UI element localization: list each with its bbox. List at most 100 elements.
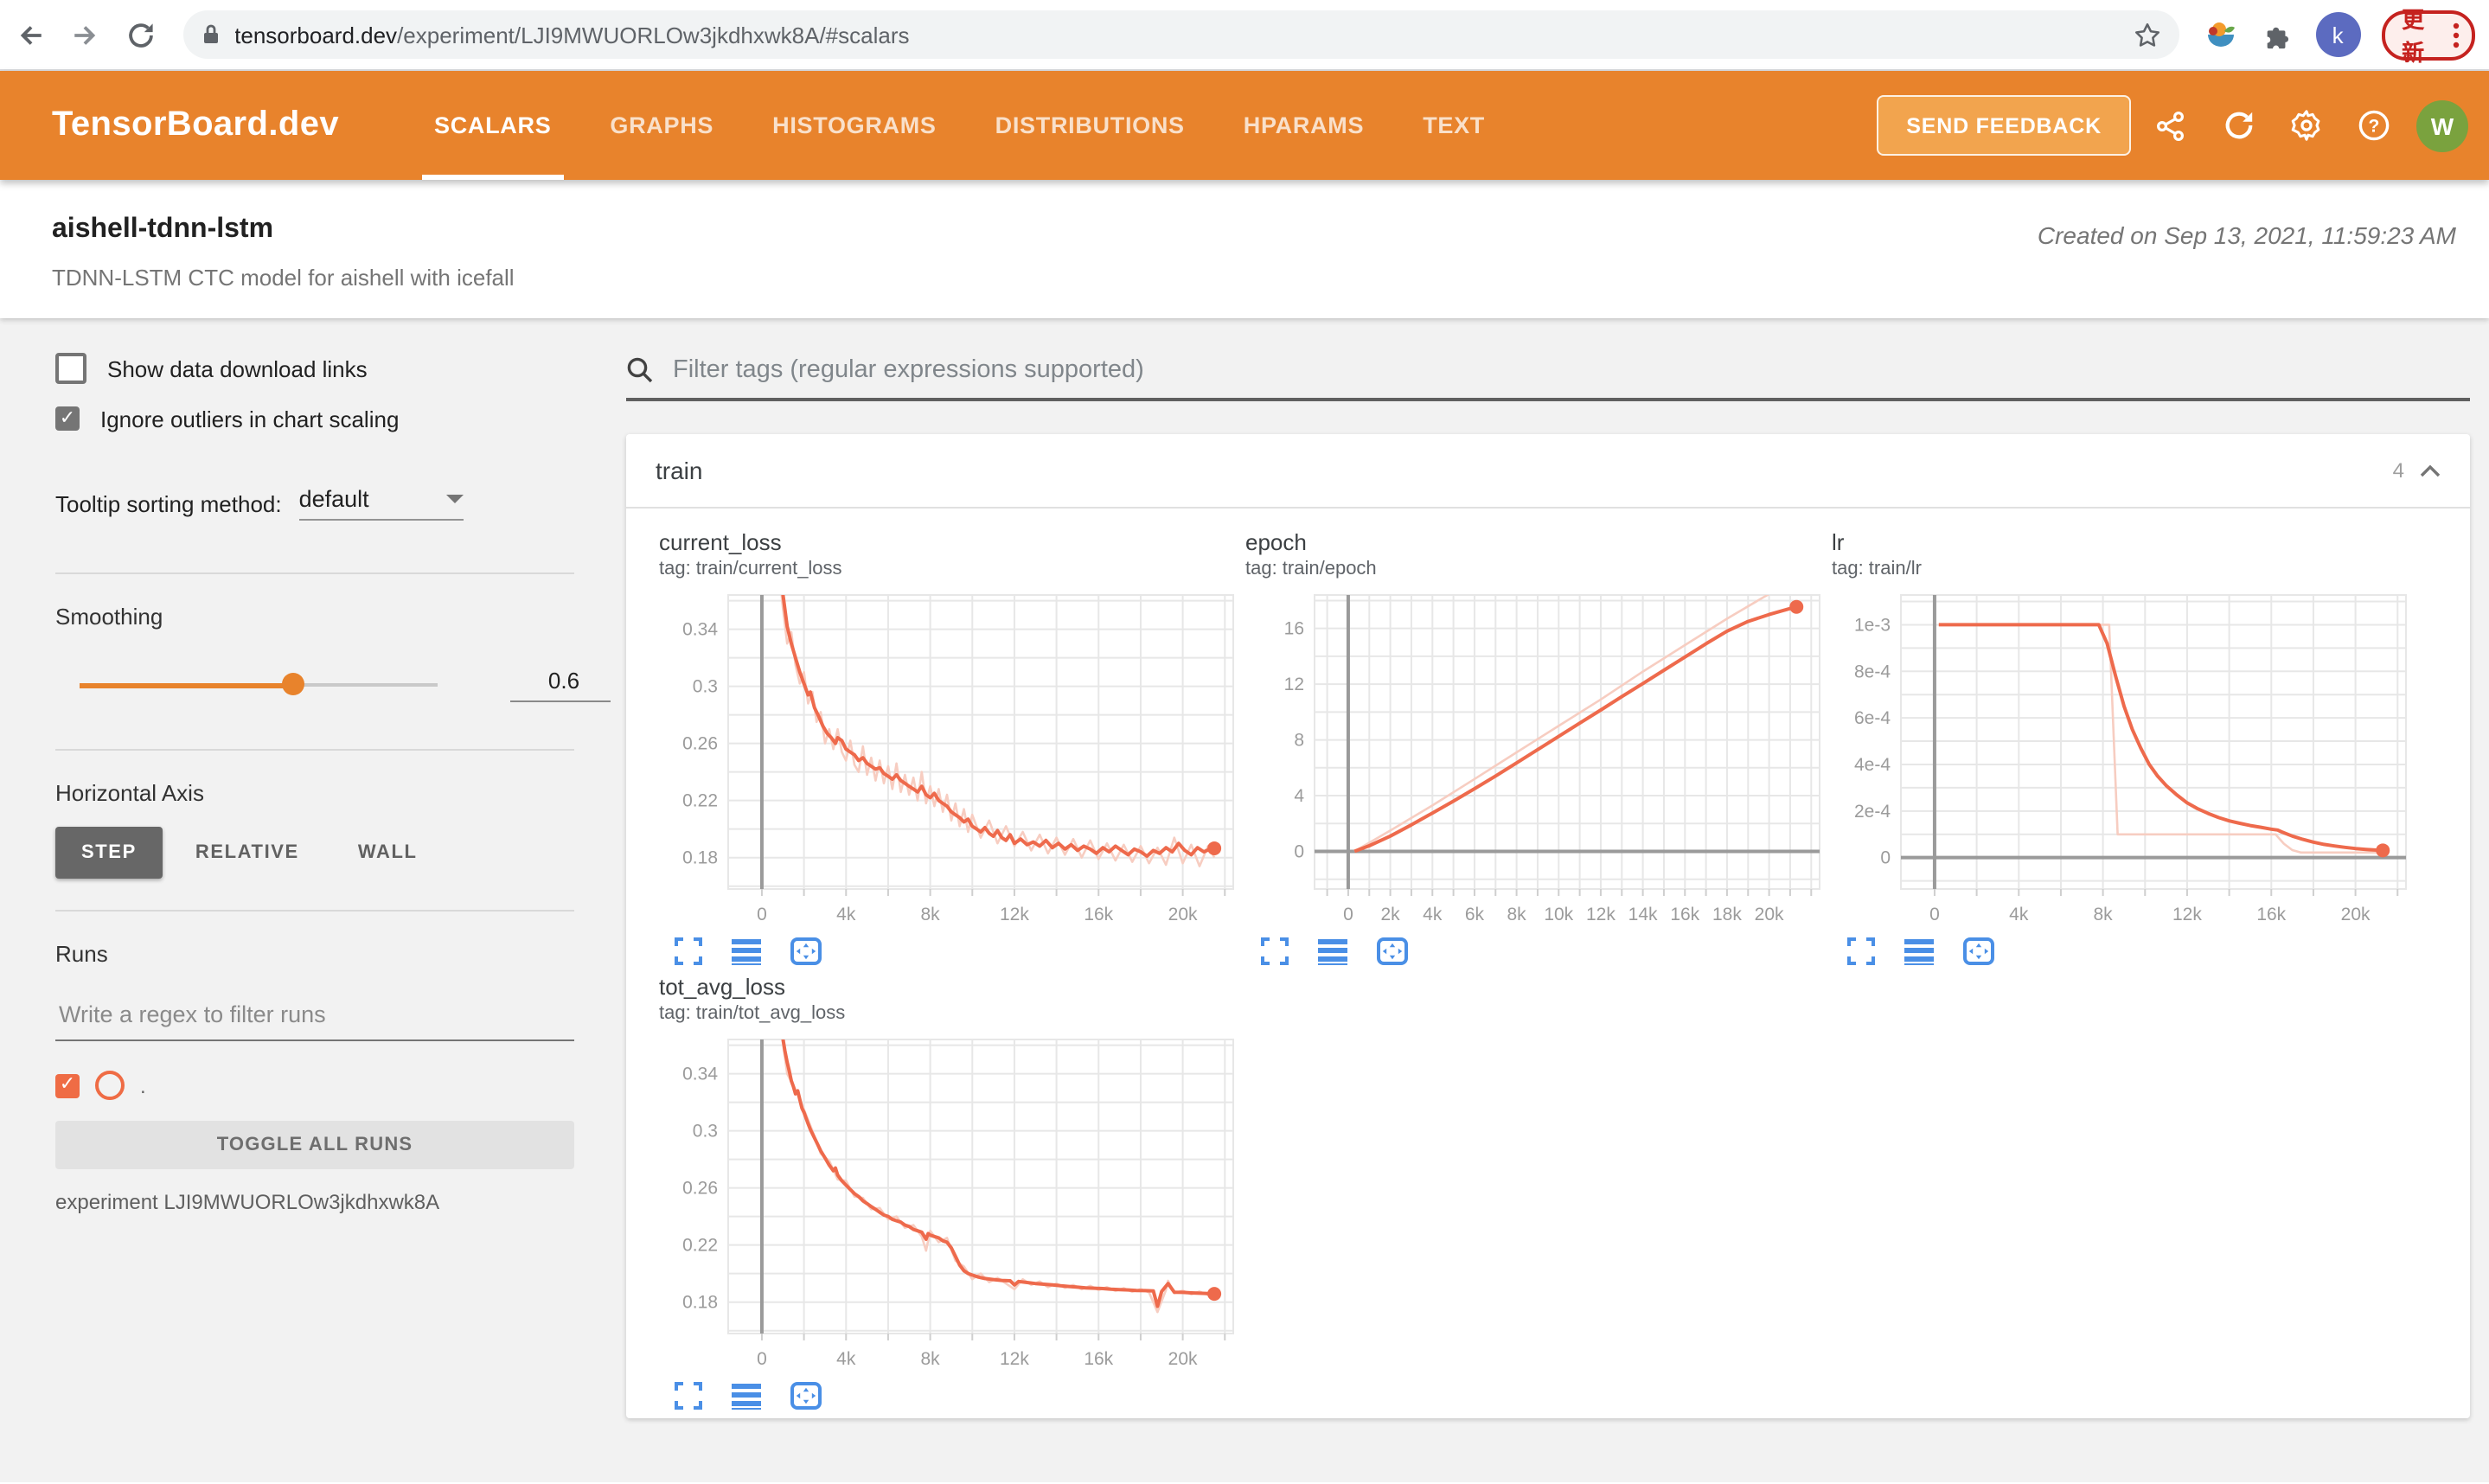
extension-fruit-icon[interactable]: [2203, 17, 2237, 52]
show-download-links-checkbox[interactable]: [55, 353, 86, 384]
runs-filter-field[interactable]: [55, 1000, 581, 1041]
tag-filter-bar[interactable]: [626, 355, 2470, 401]
expand-chart-icon[interactable]: [671, 1378, 704, 1411]
settings-gear-icon[interactable]: [2280, 99, 2332, 151]
chart-actions: [659, 934, 1245, 967]
svg-text:0.3: 0.3: [693, 677, 718, 697]
experiment-header: aishell-tdnn-lstm TDNN-LSTM CTC model fo…: [0, 180, 2489, 318]
show-download-links-row[interactable]: Show data download links: [55, 353, 626, 384]
svg-text:0.22: 0.22: [682, 791, 718, 811]
scalar-chart-card: current_loss tag: train/current_loss 0.1…: [659, 529, 1245, 967]
smoothing-value-field[interactable]: [510, 666, 617, 702]
tab-graphs[interactable]: GRAPHS: [580, 71, 743, 180]
runs-label: Runs: [55, 941, 108, 967]
reload-icon[interactable]: [117, 9, 165, 61]
svg-text:12k: 12k: [1000, 905, 1029, 924]
data-table-icon[interactable]: [1903, 934, 1936, 967]
axis-relative-button[interactable]: RELATIVE: [170, 827, 325, 879]
svg-text:18k: 18k: [1712, 905, 1742, 924]
group-count-badge: 4: [2392, 458, 2404, 483]
smoothing-value-input[interactable]: [510, 666, 617, 695]
forward-icon[interactable]: [62, 9, 111, 61]
chart-plot[interactable]: 0 2e-4 4e-4 6e-4 8e-4 1e-3 0 4k 8k 12k 16k 20k: [1832, 588, 2418, 931]
smoothing-slider[interactable]: [80, 673, 438, 695]
dropdown-caret-icon: [445, 495, 464, 503]
show-download-links-label: Show data download links: [107, 355, 368, 381]
scalar-chart-card: lr tag: train/lr 0 2e-4 4e-4 6e-4 8e-4 1e-3 0 4…: [1832, 529, 2418, 967]
main-panel: train 4 current_loss tag: train/current_…: [626, 318, 2489, 1484]
collapse-chevron-icon[interactable]: [2418, 461, 2442, 480]
svg-text:0: 0: [757, 1349, 767, 1369]
axis-step-button[interactable]: STEP: [55, 827, 163, 879]
data-table-icon[interactable]: [730, 934, 763, 967]
experiment-run-label: experiment LJI9MWUORLOw3jkdhxwk8A: [55, 1190, 440, 1214]
chrome-update-button[interactable]: 更新: [2381, 7, 2476, 66]
refresh-icon[interactable]: [2212, 99, 2264, 151]
fit-domain-icon[interactable]: [789, 1378, 822, 1411]
chart-plot[interactable]: 0.18 0.22 0.26 0.3 0.34 0 4k 8k 12k 16k 20k: [659, 588, 1245, 931]
train-group-header[interactable]: train 4: [626, 434, 2470, 509]
svg-text:?: ?: [2368, 117, 2379, 137]
ignore-outliers-row[interactable]: ✓ Ignore outliers in chart scaling: [55, 405, 626, 432]
chart-plot[interactable]: 0 4 8 12 16 0 2k 4k 6k 8k 10k 12k 14k 16k 18k 20k: [1245, 588, 1832, 931]
svg-text:0.22: 0.22: [682, 1236, 718, 1256]
extensions-puzzle-icon[interactable]: [2262, 20, 2291, 49]
send-feedback-button[interactable]: SEND FEEDBACK: [1877, 95, 2131, 156]
run-color-icon: [95, 1071, 125, 1100]
runs-filter-input[interactable]: [55, 1000, 581, 1029]
svg-text:12: 12: [1284, 675, 1304, 694]
svg-text:8k: 8k: [921, 905, 941, 924]
tab-histograms[interactable]: HISTOGRAMS: [743, 71, 966, 180]
share-icon[interactable]: [2145, 99, 2197, 151]
svg-text:0.26: 0.26: [682, 1179, 718, 1199]
svg-text:20k: 20k: [1168, 905, 1198, 924]
run-row[interactable]: ✓ .: [55, 1071, 626, 1100]
chart-title: lr: [1832, 529, 1845, 555]
tab-hparams[interactable]: HPARAMS: [1214, 71, 1393, 180]
data-table-icon[interactable]: [730, 1378, 763, 1411]
svg-text:16k: 16k: [1670, 905, 1699, 924]
tab-text[interactable]: TEXT: [1393, 71, 1514, 180]
app-logo: TensorBoard.dev: [52, 106, 339, 144]
tag-filter-input[interactable]: [669, 355, 2470, 386]
expand-chart-icon[interactable]: [1257, 934, 1290, 967]
app-header: TensorBoard.dev SCALARS GRAPHS HISTOGRAM…: [0, 71, 2489, 180]
data-table-icon[interactable]: [1316, 934, 1349, 967]
ignore-outliers-checkbox[interactable]: ✓: [55, 406, 80, 431]
settings-sidebar: Show data download links ✓ Ignore outlie…: [0, 318, 626, 1484]
browser-profile-avatar[interactable]: k: [2315, 12, 2361, 57]
fit-domain-icon[interactable]: [789, 934, 822, 967]
chart-plot[interactable]: 0.18 0.22 0.26 0.3 0.34 0 4k 8k 12k 16k 20k: [659, 1033, 1245, 1375]
svg-text:0.18: 0.18: [682, 1293, 718, 1313]
svg-text:16k: 16k: [2256, 905, 2286, 924]
bookmark-star-icon[interactable]: [2132, 20, 2161, 49]
user-avatar[interactable]: W: [2416, 99, 2468, 151]
chart-actions: [659, 1378, 1245, 1411]
scalar-chart-card: tot_avg_loss tag: train/tot_avg_loss 0.1…: [659, 974, 1245, 1411]
tooltip-sorting-select[interactable]: default: [298, 486, 464, 521]
fit-domain-icon[interactable]: [1961, 934, 1994, 967]
expand-chart-icon[interactable]: [671, 934, 704, 967]
expand-chart-icon[interactable]: [1844, 934, 1877, 967]
svg-text:12k: 12k: [2172, 905, 2202, 924]
tab-distributions[interactable]: DISTRIBUTIONS: [966, 71, 1214, 180]
help-icon[interactable]: ?: [2347, 99, 2399, 151]
run-checkbox[interactable]: ✓: [55, 1073, 80, 1097]
nav-tabs: SCALARS GRAPHS HISTOGRAMS DISTRIBUTIONS …: [405, 71, 1514, 180]
url-bar[interactable]: tensorboard.dev/experiment/LJI9MWUORLOw3…: [182, 10, 2179, 59]
svg-text:0.26: 0.26: [682, 734, 718, 754]
svg-text:4k: 4k: [2009, 905, 2029, 924]
fit-domain-icon[interactable]: [1375, 934, 1408, 967]
axis-wall-button[interactable]: WALL: [332, 827, 444, 879]
tab-scalars[interactable]: SCALARS: [405, 71, 580, 180]
scalar-chart-card: epoch tag: train/epoch 0 4 8 12 16 0 2k 4k 6k 8k 1…: [1245, 529, 1832, 967]
svg-text:0: 0: [757, 905, 767, 924]
back-icon[interactable]: [7, 9, 55, 61]
search-icon: [626, 356, 654, 384]
smoothing-slider-knob[interactable]: [282, 673, 305, 695]
svg-text:8e-4: 8e-4: [1854, 662, 1891, 681]
toggle-all-runs-button[interactable]: TOGGLE ALL RUNS: [55, 1121, 574, 1169]
run-regex-label: .: [140, 1073, 146, 1097]
browser-toolbar: tensorboard.dev/experiment/LJI9MWUORLOw3…: [0, 0, 2489, 71]
browser-menu-icon[interactable]: [2453, 22, 2460, 48]
